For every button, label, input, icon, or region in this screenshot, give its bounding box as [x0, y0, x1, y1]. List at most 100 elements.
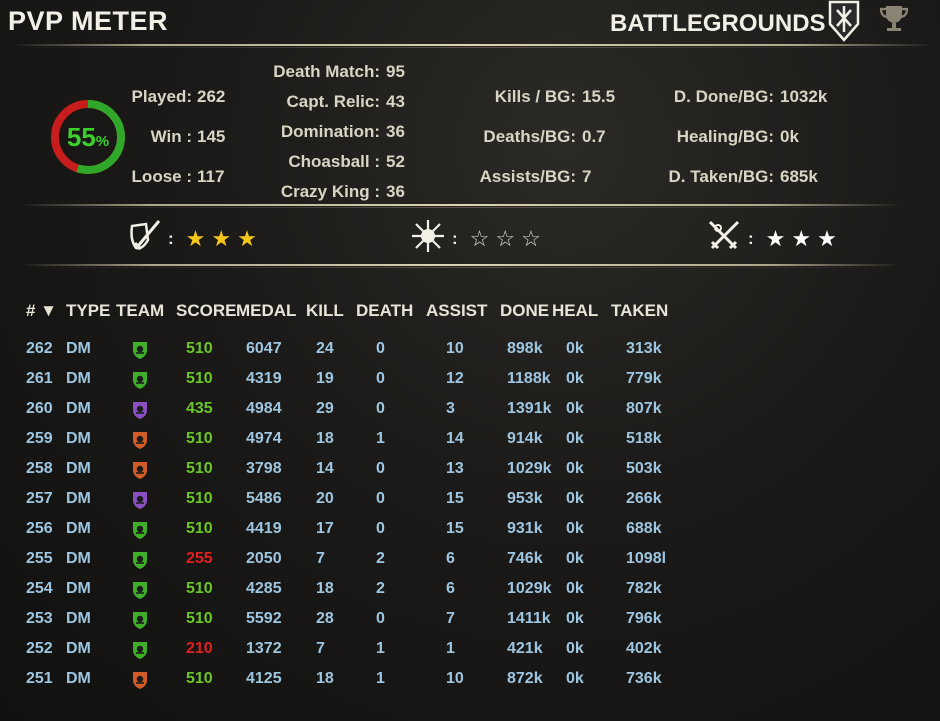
orange-team-shield-icon — [130, 460, 150, 480]
table-row[interactable]: 252 DM 210 1372 7 1 1 421k 0k 402k — [0, 640, 940, 670]
table-row[interactable]: 251 DM 510 4125 18 1 10 872k 0k 736k — [0, 670, 940, 700]
cell-score: 510 — [186, 370, 213, 387]
purple-team-shield-icon — [130, 490, 150, 510]
cell-kill: 7 — [316, 640, 325, 657]
cell-death: 1 — [376, 640, 385, 657]
col-header-done[interactable]: DONE — [500, 301, 549, 321]
col-header-kill[interactable]: KILL — [306, 301, 344, 321]
table-row[interactable]: 256 DM 510 4419 17 0 15 931k 0k 688k — [0, 520, 940, 550]
rating-sword-shield: : ★ ★ ★ — [126, 218, 257, 259]
col-header-id[interactable]: # ▼ — [26, 301, 57, 321]
table-row[interactable]: 260 DM 435 4984 29 0 3 1391k 0k 807k — [0, 400, 940, 430]
loose-value: 117 — [197, 167, 225, 186]
cell-medal: 4319 — [246, 370, 282, 387]
table-row[interactable]: 255 DM 255 2050 7 2 6 746k 0k 1098l — [0, 550, 940, 580]
cell-score: 510 — [186, 430, 213, 447]
cell-score: 510 — [186, 460, 213, 477]
rating-burst: : ☆ ☆ ☆ — [410, 218, 541, 259]
cell-done: 1411k — [507, 610, 551, 627]
cell-done: 872k — [507, 670, 543, 687]
deaths-per-bg-label: Deaths/BG: — [483, 127, 576, 146]
mode-value-capt-relic: 43 — [386, 92, 405, 111]
mode-value-death-match: 95 — [386, 62, 405, 81]
col-header-assist[interactable]: ASSIST — [426, 301, 487, 321]
cell-assist: 12 — [446, 370, 464, 387]
cell-taken: 807k — [626, 400, 662, 417]
cell-heal: 0k — [566, 400, 584, 417]
cell-assist: 6 — [446, 580, 455, 597]
col-header-type[interactable]: TYPE — [66, 301, 110, 321]
cell-kill: 14 — [316, 460, 334, 477]
cell-score: 210 — [186, 640, 213, 657]
cell-heal: 0k — [566, 640, 584, 657]
cell-death: 2 — [376, 550, 385, 567]
cell-type: DM — [66, 520, 91, 537]
cell-medal: 4984 — [246, 400, 282, 417]
app-title: PVP METER — [8, 6, 169, 36]
col-header-team[interactable]: TEAM — [116, 301, 164, 321]
cell-id: 256 — [26, 520, 53, 537]
mode-value-domination: 36 — [386, 122, 405, 141]
star-filled-icon: ★ — [765, 225, 786, 251]
cell-id: 262 — [26, 340, 53, 357]
battlegrounds-tab-icon[interactable] — [824, 0, 864, 42]
col-header-medal[interactable]: MEDAL — [236, 301, 296, 321]
damage-done-per-bg-value: 1032k — [780, 87, 828, 106]
assists-per-bg-value: 7 — [582, 167, 592, 186]
cell-type: DM — [66, 400, 91, 417]
mode-label-domination: Domination: — [280, 122, 380, 141]
cell-assist: 15 — [446, 520, 464, 537]
cell-score: 510 — [186, 580, 213, 597]
col-header-death[interactable]: DEATH — [356, 301, 413, 321]
cell-death: 0 — [376, 400, 385, 417]
cell-medal: 4125 — [246, 670, 282, 687]
cell-done: 746k — [507, 550, 543, 567]
table-row[interactable]: 261 DM 510 4319 19 0 12 1188k 0k 779k — [0, 370, 940, 400]
cell-assist: 1 — [446, 640, 455, 657]
cell-death: 0 — [376, 490, 385, 507]
loose-label: Loose : — [131, 167, 192, 186]
col-header-taken[interactable]: TAKEN — [611, 301, 668, 321]
cell-death: 0 — [376, 370, 385, 387]
cell-assist: 14 — [446, 430, 464, 447]
cell-medal: 1372 — [246, 640, 282, 657]
mode-label-capt-relic: Capt. Relic: — [286, 92, 380, 111]
assists-per-bg-label: Assists/BG: — [479, 167, 576, 186]
cell-heal: 0k — [566, 340, 584, 357]
col-header-heal[interactable]: HEAL — [552, 301, 598, 321]
star-empty-icon: ☆ — [469, 225, 490, 251]
star-empty-icon: ☆ — [495, 225, 516, 251]
cell-medal: 4419 — [246, 520, 282, 537]
cell-done: 1188k — [507, 370, 551, 387]
cell-death: 1 — [376, 430, 385, 447]
kills-per-bg-label: Kills / BG: — [494, 87, 576, 106]
table-row[interactable]: 262 DM 510 6047 24 0 10 898k 0k 313k — [0, 340, 940, 370]
cell-score: 255 — [186, 550, 213, 567]
cell-id: 254 — [26, 580, 53, 597]
table-row[interactable]: 253 DM 510 5592 28 0 7 1411k 0k 796k — [0, 610, 940, 640]
col-header-score[interactable]: SCORE — [176, 301, 236, 321]
deaths-per-bg-value: 0.7 — [582, 127, 606, 146]
cell-done: 931k — [507, 520, 543, 537]
table-row[interactable]: 258 DM 510 3798 14 0 13 1029k 0k 503k — [0, 460, 940, 490]
cell-taken: 779k — [626, 370, 662, 387]
cell-heal: 0k — [566, 670, 584, 687]
cell-taken: 1098l — [626, 550, 667, 567]
trophy-icon[interactable] — [874, 0, 914, 36]
cell-death: 0 — [376, 610, 385, 627]
cell-death: 0 — [376, 340, 385, 357]
cell-taken: 736k — [626, 670, 662, 687]
cell-id: 253 — [26, 610, 53, 627]
cell-kill: 18 — [316, 670, 334, 687]
cell-kill: 20 — [316, 490, 334, 507]
cell-medal: 5592 — [246, 610, 282, 627]
green-team-shield-icon — [130, 370, 150, 390]
cell-heal: 0k — [566, 370, 584, 387]
cell-kill: 7 — [316, 550, 325, 567]
purple-team-shield-icon — [130, 400, 150, 420]
table-row[interactable]: 257 DM 510 5486 20 0 15 953k 0k 266k — [0, 490, 940, 520]
cell-assist: 6 — [446, 550, 455, 567]
star-filled-icon: ★ — [185, 225, 206, 251]
table-row[interactable]: 259 DM 510 4974 18 1 14 914k 0k 518k — [0, 430, 940, 460]
table-row[interactable]: 254 DM 510 4285 18 2 6 1029k 0k 782k — [0, 580, 940, 610]
